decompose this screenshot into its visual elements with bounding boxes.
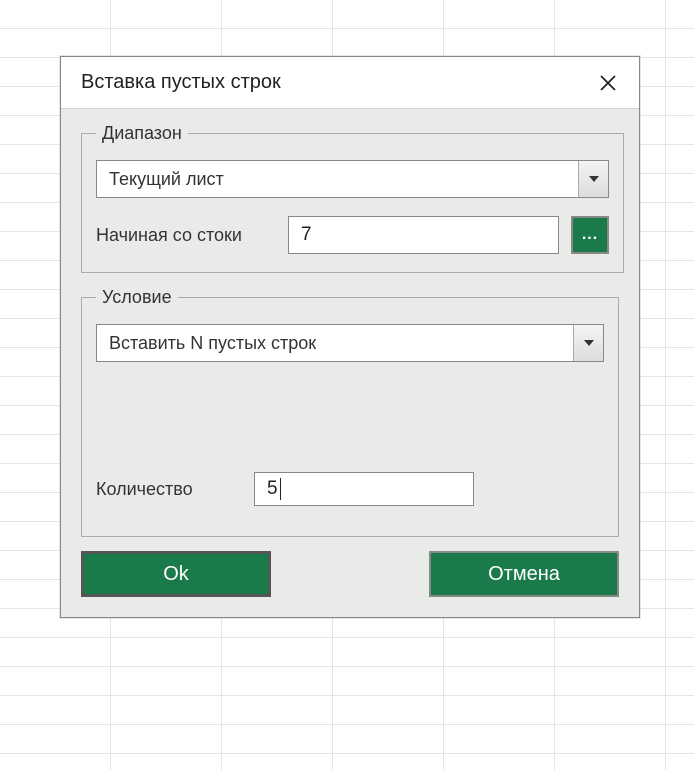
start-row-row: Начиная со стоки ...: [96, 216, 609, 254]
scope-dropdown[interactable]: Текущий лист: [96, 160, 609, 198]
close-icon: [599, 74, 617, 92]
ok-button[interactable]: Ok: [81, 551, 271, 597]
ellipsis-icon: ...: [582, 226, 598, 244]
dialog-body: Диапазон Текущий лист Начиная со стоки .…: [61, 109, 639, 617]
quantity-input[interactable]: [254, 472, 474, 506]
pick-range-button[interactable]: ...: [571, 216, 609, 254]
condition-legend: Условие: [96, 287, 178, 308]
condition-dropdown[interactable]: Вставить N пустых строк: [96, 324, 604, 362]
range-fieldset: Диапазон Текущий лист Начиная со стоки .…: [81, 123, 624, 273]
cancel-button[interactable]: Отмена: [429, 551, 619, 597]
condition-dropdown-value: Вставить N пустых строк: [97, 325, 573, 361]
quantity-label: Количество: [96, 479, 242, 500]
dialog-button-row: Ok Отмена: [81, 551, 619, 597]
dialog-titlebar: Вставка пустых строк: [61, 57, 639, 109]
chevron-down-icon: [573, 325, 603, 361]
chevron-down-icon: [578, 161, 608, 197]
start-row-input[interactable]: [288, 216, 559, 254]
condition-fieldset: Условие Вставить N пустых строк Количест…: [81, 287, 619, 537]
insert-empty-rows-dialog: Вставка пустых строк Диапазон Текущий ли…: [60, 56, 640, 618]
scope-dropdown-value: Текущий лист: [97, 161, 578, 197]
close-button[interactable]: [591, 70, 625, 96]
start-row-label: Начиная со стоки: [96, 225, 276, 246]
dialog-title: Вставка пустых строк: [81, 71, 281, 94]
text-caret: [280, 478, 281, 500]
range-legend: Диапазон: [96, 123, 188, 144]
quantity-row: Количество: [96, 472, 604, 506]
